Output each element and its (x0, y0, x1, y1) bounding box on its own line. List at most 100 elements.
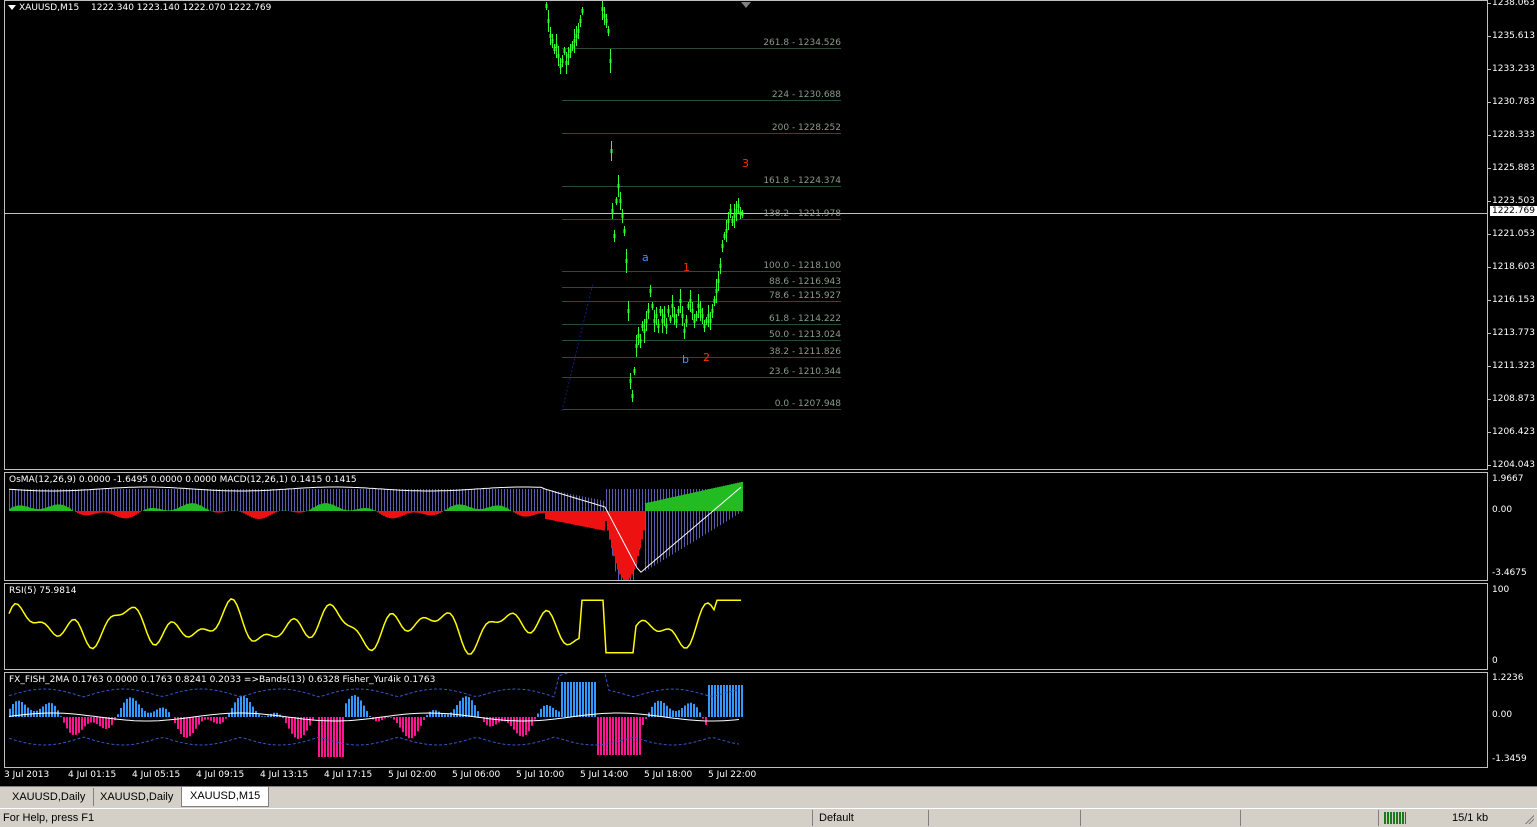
candle-body[interactable] (615, 199, 618, 203)
time-axis[interactable]: 3 Jul 2013 4 Jul 01:15 4 Jul 05:15 4 Jul… (0, 768, 1488, 786)
candle-body[interactable] (609, 59, 612, 63)
candle-body[interactable] (671, 304, 674, 308)
candle-body[interactable] (545, 4, 548, 8)
candle-body[interactable] (605, 19, 608, 23)
candle-body[interactable] (607, 29, 610, 33)
candle-body[interactable] (723, 234, 726, 238)
candle-body[interactable] (610, 149, 613, 153)
candle-body[interactable] (575, 34, 578, 38)
candle-body[interactable] (641, 324, 644, 328)
candle-body[interactable] (563, 49, 566, 53)
fib-trendline[interactable] (561, 282, 594, 412)
candle-body[interactable] (719, 264, 722, 268)
candle-body[interactable] (617, 184, 620, 188)
candle-body[interactable] (549, 34, 552, 38)
candle-body[interactable] (621, 214, 624, 218)
candle-body[interactable] (619, 199, 622, 203)
resize-grip-icon[interactable] (1524, 814, 1534, 824)
candle-body[interactable] (681, 314, 684, 318)
candle-body[interactable] (699, 309, 702, 313)
candle-body[interactable] (683, 329, 686, 333)
candle-body[interactable] (639, 339, 642, 343)
candle-body[interactable] (625, 259, 628, 263)
candle-body[interactable] (623, 229, 626, 233)
price-axis[interactable]: 1222.769 1238.063 1235.613 1233.233 1230.78… (1488, 0, 1537, 470)
candle-body[interactable] (689, 299, 692, 303)
candle-body[interactable] (577, 29, 580, 33)
candle-body[interactable] (675, 319, 678, 323)
candle-body[interactable] (601, 7, 604, 11)
candle-body[interactable] (561, 59, 564, 63)
candle-body[interactable] (705, 319, 708, 323)
candle-body[interactable] (559, 64, 562, 68)
candle-body[interactable] (655, 314, 658, 318)
candle-body[interactable] (565, 61, 568, 65)
candle-body[interactable] (659, 309, 662, 313)
candle-body[interactable] (713, 299, 716, 303)
candle-body[interactable] (613, 234, 616, 238)
candle-body[interactable] (627, 309, 630, 313)
candle-body[interactable] (573, 39, 576, 43)
candle-body[interactable] (703, 324, 706, 328)
candle-body[interactable] (711, 309, 714, 313)
candle-body[interactable] (741, 212, 744, 216)
candle-body[interactable] (733, 214, 736, 218)
candle-body[interactable] (667, 309, 670, 313)
candle-body[interactable] (717, 279, 720, 283)
candle-body[interactable] (697, 304, 700, 308)
candle-body[interactable] (571, 44, 574, 48)
candle-body[interactable] (679, 299, 682, 303)
candle-body[interactable] (701, 314, 704, 318)
candle-body[interactable] (725, 229, 728, 233)
candle-body[interactable] (695, 314, 698, 318)
candle-body[interactable] (547, 19, 550, 23)
candle-body[interactable] (739, 211, 742, 215)
osma-pane[interactable]: OsMA(12,26,9) 0.0000 -1.6495 0.0000 0.00… (4, 472, 1488, 581)
candle-body[interactable] (551, 39, 554, 43)
tab-xauusd-daily-2[interactable]: XAUUSD,Daily (92, 788, 183, 806)
candle-body[interactable] (649, 289, 652, 293)
candle-body[interactable] (631, 394, 634, 398)
connection-bars-icon[interactable] (1384, 812, 1406, 824)
main-chart-pane[interactable]: XAUUSD,M15 1222.340 1223.140 1222.070 12… (4, 0, 1488, 470)
candle-body[interactable] (553, 47, 556, 51)
candle-body[interactable] (737, 204, 740, 208)
candle-body[interactable] (657, 324, 660, 328)
candle-body[interactable] (687, 304, 690, 308)
candle-body[interactable] (691, 309, 694, 313)
price-chart-canvas[interactable] (5, 1, 1487, 469)
candle-body[interactable] (643, 329, 646, 333)
candle-body[interactable] (581, 9, 584, 13)
tab-xauusd-daily-1[interactable]: XAUUSD,Daily (4, 788, 95, 806)
candle-body[interactable] (637, 334, 640, 338)
candle-body[interactable] (715, 289, 718, 293)
candle-body[interactable] (661, 319, 664, 323)
candle-body[interactable] (647, 309, 650, 313)
candle-body[interactable] (677, 309, 680, 313)
candle-body[interactable] (669, 317, 672, 321)
candle-body[interactable] (707, 314, 710, 318)
candle-body[interactable] (709, 319, 712, 323)
tab-xauusd-m15[interactable]: XAUUSD,M15 (181, 787, 270, 807)
candle-body[interactable] (555, 44, 558, 48)
candle-body[interactable] (665, 324, 668, 328)
candle-body[interactable] (693, 319, 696, 323)
candle-body[interactable] (635, 344, 638, 348)
status-profile[interactable]: Default (819, 810, 854, 826)
candle-body[interactable] (629, 379, 632, 383)
candle-body[interactable] (557, 54, 560, 58)
candle-body[interactable] (569, 49, 572, 53)
candle-body[interactable] (727, 219, 730, 223)
candle-body[interactable] (735, 209, 738, 213)
rsi-pane[interactable]: RSI(5) 75.9814 (4, 583, 1488, 670)
candle-body[interactable] (645, 319, 648, 323)
candle-body[interactable] (603, 14, 606, 18)
candle-body[interactable] (651, 304, 654, 308)
candle-body[interactable] (673, 314, 676, 318)
candle-body[interactable] (611, 209, 614, 213)
fish-pane[interactable]: FX_FISH_2MA 0.1763 0.0000 0.1763 0.8241 … (4, 672, 1488, 768)
candle-body[interactable] (729, 209, 732, 213)
candle-body[interactable] (633, 369, 636, 373)
candle-body[interactable] (685, 319, 688, 323)
candle-body[interactable] (731, 219, 734, 223)
